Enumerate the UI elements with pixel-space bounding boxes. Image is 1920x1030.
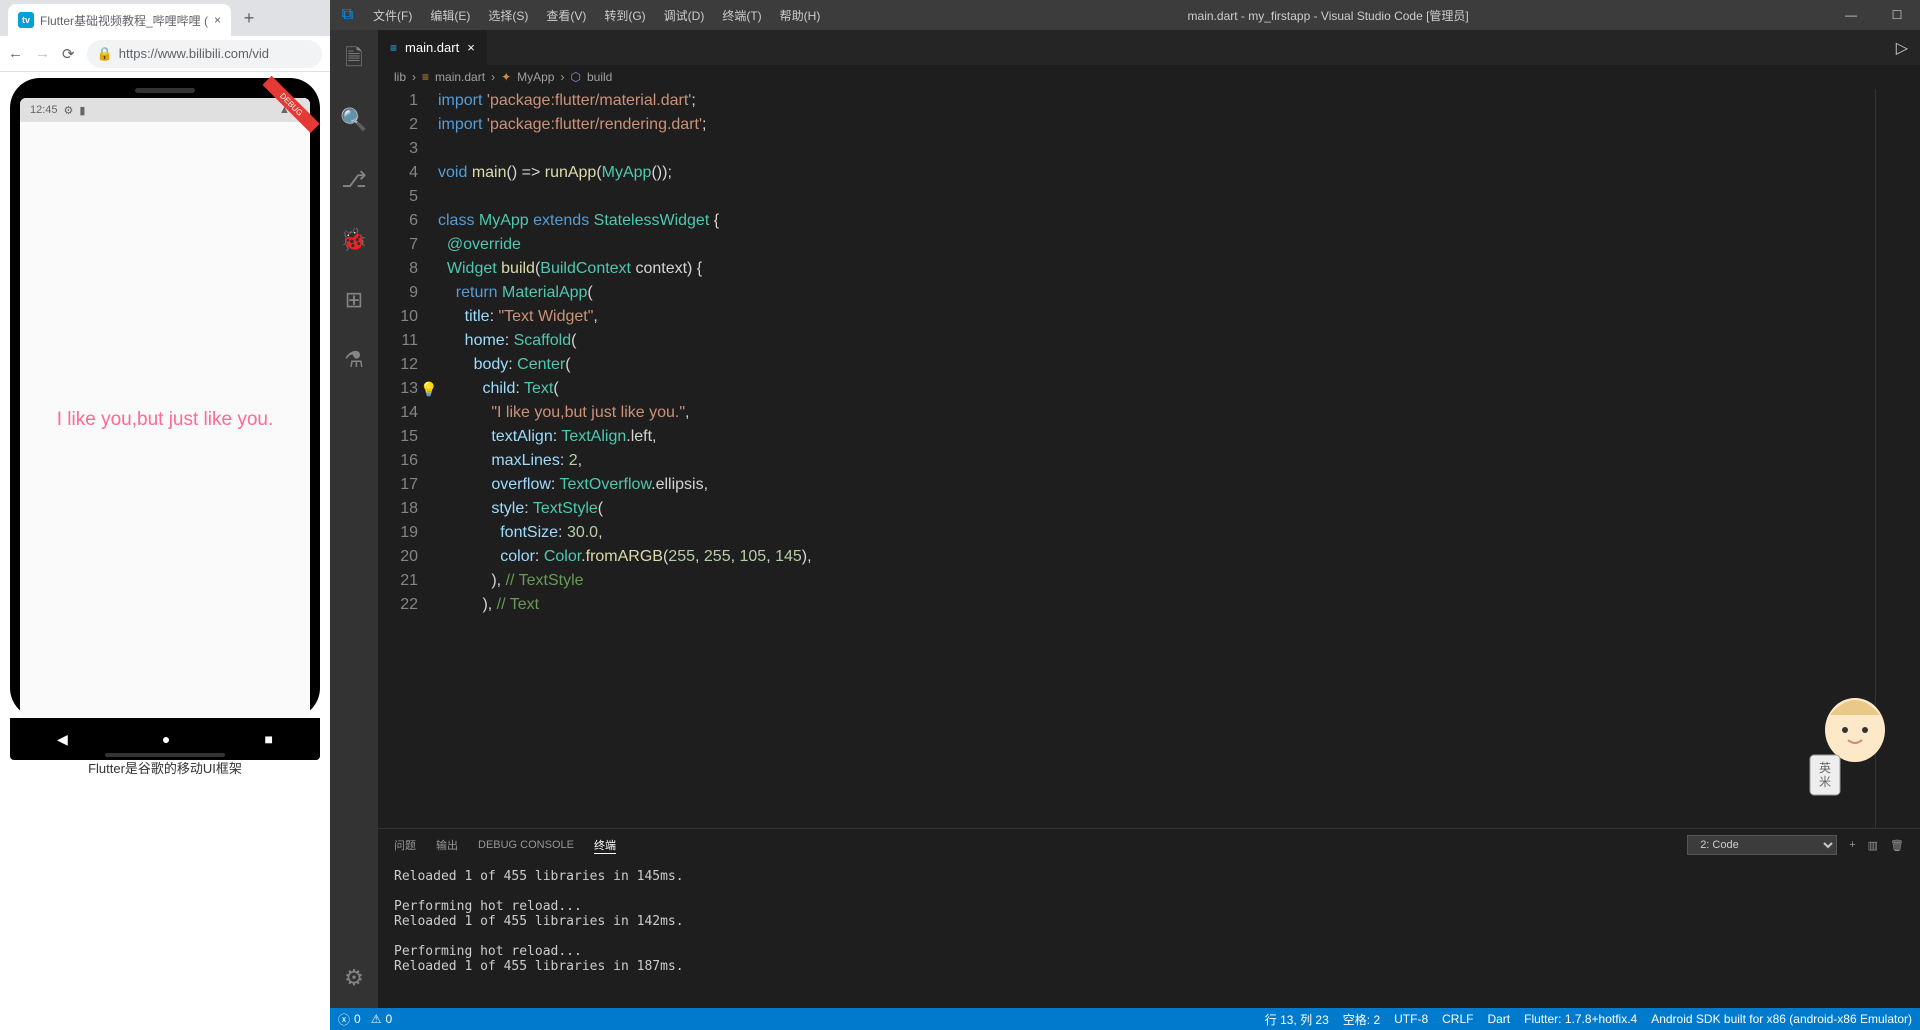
url-text: https://www.bilibili.com/vid (119, 46, 269, 61)
source-control-icon[interactable]: ⎇ (330, 160, 378, 200)
video-desc: Flutter是谷歌的移动UI框架 (68, 759, 262, 779)
tab-title: Flutter基础视频教程_哔哩哔哩 ( (40, 12, 208, 29)
settings-gear-icon[interactable]: ⚙ (330, 958, 378, 998)
device-selector[interactable]: Android SDK built for x86 (android-x86 E… (1651, 1012, 1912, 1026)
minimap[interactable] (1875, 89, 1920, 828)
browser-toolbar: ← → ⟳ 🔒 https://www.bilibili.com/vid (0, 36, 330, 72)
vscode-window: ⧉ 文件(F)编辑(E)选择(S)查看(V)转到(G)调试(D)终端(T)帮助(… (330, 0, 1920, 1030)
vscode-logo-icon: ⧉ (330, 6, 365, 24)
activity-bar: 🗎 🔍 ⎇ 🐞 ⊞ ⚗ ⚙ (330, 30, 378, 1008)
run-icon[interactable]: ▷ (1884, 38, 1920, 58)
gear-icon: ⚙ (64, 104, 74, 117)
browser-window: tv Flutter基础视频教程_哔哩哔哩 ( × + ← → ⟳ 🔒 http… (0, 0, 330, 1030)
lock-icon: 🔒 (97, 46, 113, 62)
android-statusbar: 12:45 ⚙ ▮ ▲ ▮ DEBUG (20, 98, 310, 122)
menu-item[interactable]: 选择(S) (480, 0, 536, 30)
line-numbers: 12345678910111213141516171819202122 (378, 89, 438, 828)
tab-output[interactable]: 输出 (436, 837, 458, 853)
indentation[interactable]: 空格: 2 (1343, 1011, 1380, 1028)
tab-problems[interactable]: 问题 (394, 837, 416, 853)
app-body: I like you,but just like you. (20, 122, 310, 718)
extensions-icon[interactable]: ⊞ (330, 280, 378, 320)
menu-item[interactable]: 转到(G) (596, 0, 653, 30)
bc-file[interactable]: main.dart (435, 70, 485, 84)
warnings-item[interactable]: ⚠ 0 (371, 1012, 392, 1026)
android-emulator: 12:45 ⚙ ▮ ▲ ▮ DEBUG I like you,but just … (10, 78, 320, 718)
file-tab-main-dart[interactable]: ≡ main.dart × (378, 30, 487, 65)
battery-icon: ▮ (79, 104, 85, 117)
breadcrumb[interactable]: lib › ≡ main.dart › ✦ MyApp › ⬡ build (378, 65, 1920, 89)
split-terminal-icon[interactable]: ▥ (1868, 839, 1878, 852)
class-icon: ✦ (501, 70, 511, 84)
menu-item[interactable]: 调试(D) (656, 0, 713, 30)
tab-label: main.dart (405, 40, 459, 55)
cursor-position[interactable]: 行 13, 列 23 (1265, 1011, 1329, 1028)
terminal-select[interactable]: 2: Code (1687, 835, 1837, 855)
search-icon[interactable]: 🔍 (330, 100, 378, 140)
browser-tab[interactable]: tv Flutter基础视频教程_哔哩哔哩 ( × (8, 4, 231, 36)
bilibili-icon: tv (18, 12, 34, 28)
menu-item[interactable]: 编辑(E) (422, 0, 478, 30)
phone-screen: 12:45 ⚙ ▮ ▲ ▮ DEBUG I like you,but just … (20, 98, 310, 718)
menu-item[interactable]: 文件(F) (365, 0, 420, 30)
phone-speaker (135, 88, 195, 93)
statusbar: ⓧ 0 ⚠ 0 行 13, 列 23 空格: 2 UTF-8 CRLF Dart… (330, 1008, 1920, 1030)
main-area: 🗎 🔍 ⎇ 🐞 ⊞ ⚗ ⚙ ≡ main.dart × ▷ lib › ≡ ma… (330, 30, 1920, 1008)
dart-file-icon: ≡ (390, 41, 397, 55)
errors-item[interactable]: ⓧ 0 (338, 1011, 361, 1028)
nav-back-icon[interactable]: ◀ (57, 731, 68, 748)
titlebar: ⧉ 文件(F)编辑(E)选择(S)查看(V)转到(G)调试(D)终端(T)帮助(… (330, 0, 1920, 30)
window-title: main.dart - my_firstapp - Visual Studio … (828, 7, 1828, 24)
nav-reload-icon[interactable]: ⟳ (62, 45, 75, 63)
menu-item[interactable]: 终端(T) (714, 0, 769, 30)
tab-debug-console[interactable]: DEBUG CONSOLE (478, 839, 574, 851)
url-bar[interactable]: 🔒 https://www.bilibili.com/vid (87, 40, 322, 68)
menu-item[interactable]: 帮助(H) (772, 0, 829, 30)
encoding[interactable]: UTF-8 (1394, 1012, 1428, 1026)
code-editor[interactable]: 💡 12345678910111213141516171819202122 im… (378, 89, 1920, 828)
home-indicator (105, 753, 225, 757)
nav-home-icon[interactable]: ● (162, 731, 170, 747)
panel-tabs: 问题 输出 DEBUG CONSOLE 终端 2: Code + ▥ 🗑 (378, 829, 1920, 861)
bc-method[interactable]: build (587, 70, 612, 84)
language-mode[interactable]: Dart (1487, 1012, 1510, 1026)
menubar: 文件(F)编辑(E)选择(S)查看(V)转到(G)调试(D)终端(T)帮助(H) (365, 0, 828, 30)
test-icon[interactable]: ⚗ (330, 340, 378, 380)
page-content: 12:45 ⚙ ▮ ▲ ▮ DEBUG I like you,but just … (0, 72, 330, 1030)
bc-class[interactable]: MyApp (517, 70, 554, 84)
clock: 12:45 (30, 104, 58, 116)
code-content[interactable]: import 'package:flutter/material.dart'; … (438, 89, 1875, 828)
editor-tabs: ≡ main.dart × ▷ (378, 30, 1920, 65)
new-terminal-icon[interactable]: + (1849, 839, 1855, 851)
eol[interactable]: CRLF (1442, 1012, 1473, 1026)
debug-icon[interactable]: 🐞 (330, 220, 378, 260)
explorer-icon[interactable]: 🗎 (330, 40, 378, 80)
terminal-output[interactable]: Reloaded 1 of 455 libraries in 145ms. Pe… (378, 861, 1920, 1008)
nav-back-icon[interactable]: ← (8, 45, 23, 62)
editor-area: ≡ main.dart × ▷ lib › ≡ main.dart › ✦ My… (378, 30, 1920, 1008)
trash-icon[interactable]: 🗑 (1890, 839, 1904, 852)
nav-forward-icon[interactable]: → (35, 45, 50, 62)
tab-terminal[interactable]: 终端 (594, 837, 616, 854)
minimize-icon[interactable]: — (1828, 0, 1874, 30)
bottom-panel: 问题 输出 DEBUG CONSOLE 终端 2: Code + ▥ 🗑 Rel… (378, 828, 1920, 1008)
method-icon: ⬡ (570, 70, 580, 84)
menu-item[interactable]: 查看(V) (538, 0, 594, 30)
new-tab-button[interactable]: + (235, 4, 263, 32)
lightbulb-icon[interactable]: 💡 (420, 377, 437, 401)
browser-tabs: tv Flutter基础视频教程_哔哩哔哩 ( × + (0, 0, 330, 36)
close-icon[interactable]: × (467, 40, 475, 55)
flutter-version[interactable]: Flutter: 1.7.8+hotfix.4 (1524, 1012, 1637, 1026)
maximize-icon[interactable]: ☐ (1874, 0, 1920, 30)
bc-folder[interactable]: lib (394, 70, 406, 84)
nav-recents-icon[interactable]: ■ (264, 731, 272, 747)
window-controls: — ☐ (1828, 0, 1920, 30)
app-text: I like you,but just like you. (57, 409, 274, 431)
file-icon: ≡ (422, 70, 429, 84)
close-icon[interactable]: × (214, 13, 221, 27)
